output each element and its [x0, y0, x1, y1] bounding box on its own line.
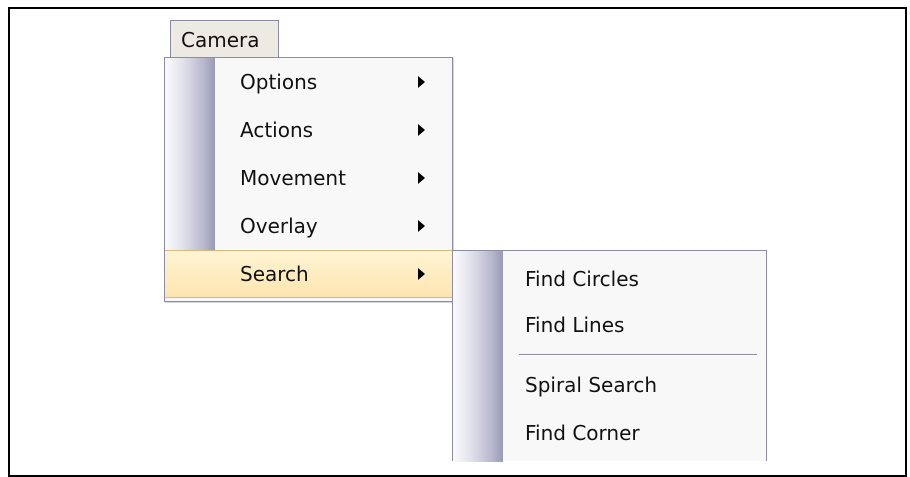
submenu-arrow-icon [418, 124, 425, 136]
submenu-item-spiral-search[interactable]: Spiral Search [453, 361, 766, 409]
submenu-arrow-icon [418, 220, 425, 232]
menu-item-actions[interactable]: Actions [165, 106, 452, 154]
camera-menu: Options Actions Movement Overlay Search [164, 57, 453, 302]
menu-separator [519, 354, 757, 356]
menu-item-overlay[interactable]: Overlay [165, 202, 452, 250]
menu-item-label: Search [240, 262, 309, 286]
search-submenu: Find Circles Find Lines Spiral Search Fi… [452, 250, 767, 462]
menubar-item-camera[interactable]: Camera [170, 20, 279, 59]
menu-item-label: Overlay [240, 214, 318, 238]
menu-item-options[interactable]: Options [165, 58, 452, 106]
submenu-arrow-icon [418, 76, 425, 88]
submenu-item-label: Spiral Search [525, 373, 658, 397]
submenu-item-find-circles[interactable]: Find Circles [453, 255, 766, 303]
menu-item-label: Options [240, 70, 318, 94]
menu-item-search[interactable]: Search [165, 250, 452, 298]
menubar-item-label: Camera [181, 28, 260, 52]
submenu-item-label: Find Corner [525, 421, 640, 445]
menu-item-label: Actions [240, 118, 314, 142]
submenu-item-label: Find Circles [525, 267, 639, 291]
submenu-arrow-icon [418, 268, 425, 280]
menu-item-label: Movement [240, 166, 346, 190]
submenu-item-label: Find Lines [525, 313, 625, 337]
submenu-item-find-corner[interactable]: Find Corner [453, 409, 766, 457]
submenu-arrow-icon [418, 172, 425, 184]
submenu-item-find-lines[interactable]: Find Lines [453, 301, 766, 349]
menu-item-movement[interactable]: Movement [165, 154, 452, 202]
